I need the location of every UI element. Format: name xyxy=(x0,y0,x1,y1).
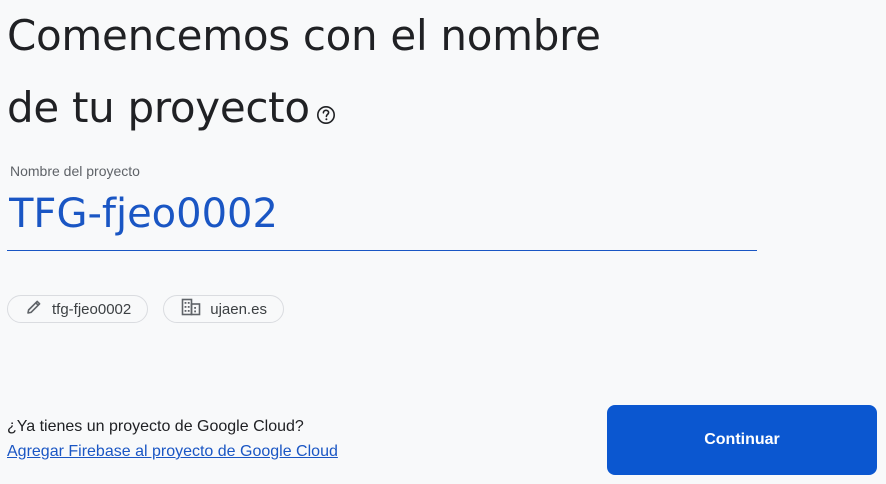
project-name-input[interactable] xyxy=(9,186,749,242)
pencil-icon xyxy=(25,298,52,320)
project-name-label: Nombre del proyecto xyxy=(10,163,140,179)
project-id-chip[interactable]: tfg-fjeo0002 xyxy=(7,295,149,323)
page-title-line-2: de tu proyecto xyxy=(7,72,707,144)
project-id-label: tfg-fjeo0002 xyxy=(52,300,132,318)
organization-label: ujaen.es xyxy=(210,300,267,318)
continue-button[interactable]: Continuar xyxy=(607,405,877,475)
help-icon[interactable] xyxy=(316,75,336,124)
page-title: Comencemos con el nombre de tu proyecto xyxy=(7,0,707,144)
page-title-line-2-text: de tu proyecto xyxy=(7,83,310,132)
project-name-field[interactable]: Nombre del proyecto xyxy=(7,158,757,251)
page-title-line-1: Comencemos con el nombre xyxy=(7,11,601,60)
project-chips: tfg-fjeo0002 ujaen.es xyxy=(7,295,284,323)
building-icon xyxy=(181,298,210,320)
add-firebase-link[interactable]: Agregar Firebase al proyecto de Google C… xyxy=(7,443,338,461)
google-cloud-question: ¿Ya tienes un proyecto de Google Cloud? xyxy=(7,418,304,435)
organization-chip[interactable]: ujaen.es xyxy=(163,295,284,323)
